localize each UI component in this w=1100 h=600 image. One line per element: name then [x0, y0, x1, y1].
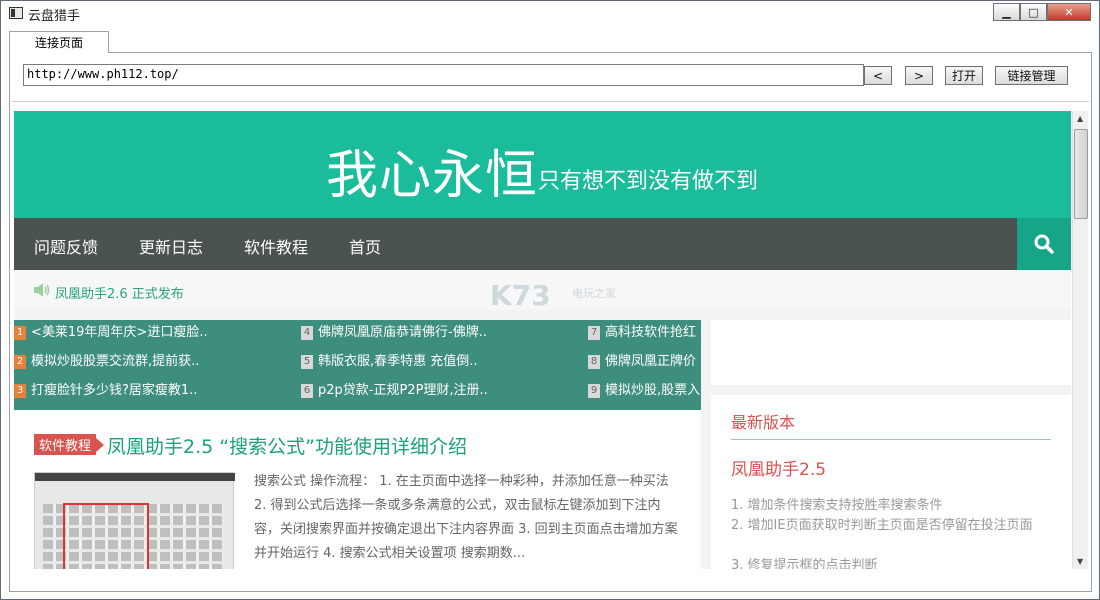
- article-card: 软件教程 凤凰助手2.5 “搜索公式”功能使用详细介绍 搜索公式 操作流程： 1…: [14, 410, 701, 569]
- web-view[interactable]: 我心永恒 只有想不到没有做不到 问题反馈 更新日志 软件教程 首页 凤凰助手2.…: [14, 111, 1071, 569]
- list-item: 1. 增加条件搜索支持按胜率搜索条件: [731, 498, 943, 513]
- divider: [731, 439, 1051, 440]
- window-title: 云盘猎手: [28, 9, 81, 24]
- search-icon: [1034, 234, 1054, 254]
- ad-link-grid: 1 <美莱19年周年庆>进口瘦脸.. 2 模拟炒股股票交流群,提前获.. 3 打瘦脸针…: [14, 320, 701, 410]
- list-item: 3. 修复提示框的点击判断: [731, 558, 878, 569]
- list-item[interactable]: 4 佛牌凤凰原庙恭请佛行-佛牌..: [301, 321, 487, 343]
- banner-title: 我心永恒: [326, 146, 539, 206]
- version-title[interactable]: 凤凰助手2.5: [731, 455, 826, 480]
- watermark-text: 电玩之家: [572, 287, 616, 300]
- link-manager-button[interactable]: 链接管理: [995, 66, 1068, 85]
- sidebar-heading: 最新版本: [731, 413, 796, 432]
- sidebar-latest: 最新版本 凤凰助手2.5 1. 增加条件搜索支持按胜率搜索条件 2. 增加IE页…: [711, 395, 1071, 569]
- nav-item-home[interactable]: 首页: [349, 234, 381, 258]
- list-item: 2. 增加IE页面获取时判断主页面是否停留在投注页面: [731, 518, 1033, 533]
- app-window: 云盘猎手 ▁ □ ✕ 连接页面 http://www.ph112.top/ < …: [0, 0, 1100, 600]
- toolbar-separator: [11, 101, 1089, 102]
- list-item[interactable]: 9 模拟炒股,股票入: [588, 379, 700, 401]
- nav-item-changelog[interactable]: 更新日志: [139, 234, 203, 258]
- maximize-button[interactable]: □: [1020, 3, 1047, 21]
- back-button[interactable]: <: [864, 66, 892, 85]
- minimize-button[interactable]: ▁: [993, 3, 1020, 21]
- site-nav: 问题反馈 更新日志 软件教程 首页: [14, 218, 1071, 270]
- tab-connect-page[interactable]: 连接页面: [9, 31, 109, 53]
- scroll-up-icon[interactable]: ▲: [1077, 114, 1083, 123]
- notice-text[interactable]: 凤凰助手2.6 正式发布: [55, 283, 184, 302]
- list-item[interactable]: 7 高科技软件抢红: [588, 321, 696, 343]
- nav-item-feedback[interactable]: 问题反馈: [34, 234, 98, 258]
- watermark-logo: K73: [490, 279, 551, 312]
- category-tag[interactable]: 软件教程: [34, 434, 105, 455]
- list-item[interactable]: 8 佛牌凤凰正牌价: [588, 350, 696, 372]
- open-button[interactable]: 打开: [945, 66, 983, 85]
- ad-blank-box: [711, 320, 1071, 385]
- app-icon: [9, 7, 23, 19]
- nav-item-tutorials[interactable]: 软件教程: [244, 234, 308, 258]
- list-item[interactable]: 6 p2p贷款-正规P2P理财,注册..: [301, 379, 488, 401]
- url-input[interactable]: http://www.ph112.top/: [23, 64, 864, 86]
- scrollbar-thumb[interactable]: [1074, 129, 1088, 219]
- list-item[interactable]: 1 <美莱19年周年庆>进口瘦脸..: [14, 321, 208, 343]
- list-item[interactable]: 5 韩版衣服,春季特惠 充值倒..: [301, 350, 478, 372]
- banner-slogan: 只有想不到没有做不到: [538, 169, 759, 194]
- article-excerpt: 搜索公式 操作流程： 1. 在主页面中选择一种彩种，并添加任意一种买法 2. 得…: [254, 474, 678, 561]
- article-title[interactable]: 凤凰助手2.5 “搜索公式”功能使用详细介绍: [107, 432, 467, 459]
- forward-button[interactable]: >: [905, 66, 933, 85]
- scroll-down-icon[interactable]: ▼: [1077, 557, 1083, 566]
- article-thumbnail[interactable]: [34, 472, 235, 569]
- speaker-icon: [34, 283, 50, 297]
- vertical-scrollbar[interactable]: ▲ ▼: [1072, 111, 1088, 569]
- list-item[interactable]: 2 模拟炒股股票交流群,提前获..: [14, 350, 199, 372]
- window-controls: ▁ □ ✕: [993, 3, 1091, 21]
- site-banner: 我心永恒 只有想不到没有做不到: [14, 111, 1071, 218]
- list-item[interactable]: 3 打瘦脸针多少钱?居家瘦教1..: [14, 379, 197, 401]
- search-button[interactable]: [1017, 218, 1071, 270]
- title-bar: 云盘猎手 ▁ □ ✕: [1, 1, 1099, 25]
- close-button[interactable]: ✕: [1047, 3, 1091, 21]
